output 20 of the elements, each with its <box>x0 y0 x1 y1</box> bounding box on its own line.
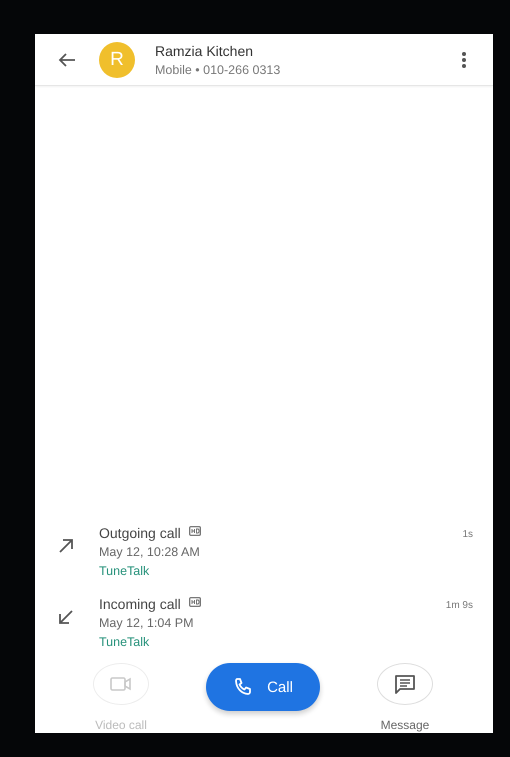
call-duration: 1m 9s <box>446 600 473 611</box>
call-time: May 12, 10:28 AM <box>99 545 201 559</box>
sim-label: TuneTalk <box>99 564 150 578</box>
call-button[interactable]: Call <box>206 663 320 711</box>
call-type: Outgoing call <box>99 525 181 541</box>
sim-label: TuneTalk <box>99 635 150 649</box>
incoming-arrow-icon <box>57 608 75 626</box>
action-label: Message <box>380 718 430 732</box>
message-icon <box>394 674 416 694</box>
call-duration: 1s <box>462 529 473 540</box>
outgoing-arrow-icon <box>57 537 75 555</box>
phone-icon <box>233 677 254 697</box>
contact-name: Ramzia Kitchen <box>155 42 254 58</box>
video-camera-icon <box>110 677 132 691</box>
call-time: May 12, 1:04 PM <box>99 616 194 630</box>
more-menu-icon[interactable] <box>461 50 467 68</box>
contact-number: Mobile • 010-266 0313 <box>155 62 282 76</box>
action-label: Video call <box>95 718 147 732</box>
call-type: Incoming call <box>99 596 181 612</box>
avatar: R <box>99 42 135 78</box>
